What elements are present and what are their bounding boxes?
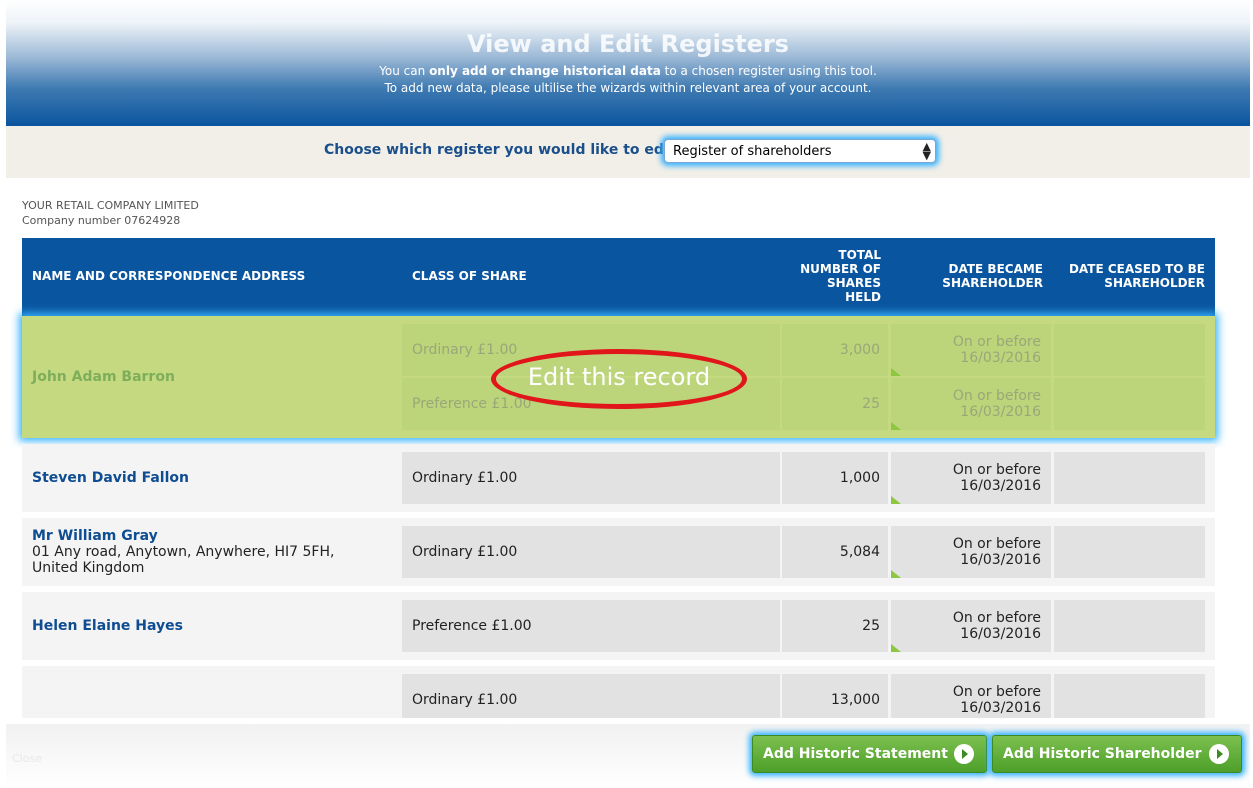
corner-marker-icon: [891, 422, 901, 430]
company-number: Company number 07624928: [22, 214, 181, 227]
column-header-total: TOTAL NUMBER OF SHARES HELD: [800, 248, 881, 304]
shareholder-name: Helen Elaine Hayes: [32, 618, 183, 634]
date-became-cell: On or before 16/03/2016: [891, 452, 1051, 504]
shareholder-name: John Adam Barron: [32, 369, 175, 385]
table-row[interactable]: Mr William Gray 01 Any road, Anytown, An…: [22, 518, 1215, 586]
corner-marker-icon: [891, 570, 901, 578]
date-became-cell: On or before 16/03/2016: [891, 324, 1051, 376]
shares-total-cell: 5,084: [782, 526, 888, 578]
page-header: View and Edit Registers You can only add…: [6, 0, 1250, 126]
arrow-right-circle-icon: [1209, 744, 1229, 764]
date-ceased-cell: [1054, 674, 1205, 718]
add-historic-shareholder-button[interactable]: Add Historic Shareholder: [992, 735, 1242, 773]
select-arrows-icon: ▲ ▼: [922, 140, 931, 162]
add-historic-shareholder-label: Add Historic Shareholder: [1003, 746, 1202, 762]
register-selector-band: Choose which register you would like to …: [6, 126, 1250, 178]
close-link[interactable]: Close: [12, 752, 42, 765]
add-historic-statement-button[interactable]: Add Historic Statement: [752, 735, 987, 773]
shareholder-address: 01 Any road, Anytown, Anywhere, HI7 5FH,…: [32, 544, 335, 576]
register-editor: View and Edit Registers You can only add…: [0, 0, 1253, 788]
register-selector-label: Choose which register you would like to …: [324, 142, 676, 158]
share-class-cell: Preference £1.00: [402, 600, 780, 652]
arrow-right-circle-icon: [954, 744, 974, 764]
company-name: YOUR RETAIL COMPANY LIMITED: [22, 199, 199, 212]
add-historic-statement-label: Add Historic Statement: [763, 746, 948, 762]
corner-marker-icon: [891, 496, 901, 504]
date-ceased-cell: [1054, 324, 1205, 376]
shares-total-cell: 13,000: [782, 674, 888, 718]
corner-marker-icon: [891, 368, 901, 376]
date-became-cell: On or before 16/03/2016: [891, 674, 1051, 718]
table-header: NAME AND CORRESPONDENCE ADDRESS CLASS OF…: [22, 238, 1215, 316]
date-ceased-cell: [1054, 452, 1205, 504]
share-class-cell: Ordinary £1.00: [402, 674, 780, 718]
date-ceased-cell: [1054, 378, 1205, 430]
company-info: YOUR RETAIL COMPANY LIMITED Company numb…: [22, 198, 199, 228]
header-instruction-line2: To add new data, please ultilise the wiz…: [384, 81, 872, 95]
column-header-date-ceased: DATE CEASED TO BE SHAREHOLDER: [1068, 262, 1205, 290]
column-header-class: CLASS OF SHARE: [412, 269, 527, 283]
date-became-cell: On or before 16/03/2016: [891, 526, 1051, 578]
share-class-cell: Ordinary £1.00: [402, 452, 780, 504]
table-row[interactable]: Helen Elaine Hayes Preference £1.00 25 O…: [22, 592, 1215, 660]
corner-marker-icon: [891, 644, 901, 652]
date-became-cell: On or before 16/03/2016: [891, 378, 1051, 430]
share-class-cell: Ordinary £1.00: [402, 526, 780, 578]
shareholder-name: Mr William Gray: [32, 528, 158, 544]
table-row[interactable]: Ordinary £1.00 13,000 On or before 16/03…: [22, 666, 1215, 718]
shareholder-name: Steven David Fallon: [32, 470, 189, 486]
column-header-name: NAME AND CORRESPONDENCE ADDRESS: [32, 269, 306, 283]
date-ceased-cell: [1054, 600, 1205, 652]
register-select-value: Register of shareholders: [673, 144, 832, 159]
page-title: View and Edit Registers: [467, 30, 789, 58]
shares-total-cell: 25: [782, 600, 888, 652]
shares-total-cell: 3,000: [782, 324, 888, 376]
date-became-cell: On or before 16/03/2016: [891, 600, 1051, 652]
date-ceased-cell: [1054, 526, 1205, 578]
shares-total-cell: 25: [782, 378, 888, 430]
shares-total-cell: 1,000: [782, 452, 888, 504]
edit-record-button[interactable]: Edit this record: [491, 363, 747, 391]
table-row[interactable]: Steven David Fallon Ordinary £1.00 1,000…: [22, 444, 1215, 512]
column-header-date-became: DATE BECAME SHAREHOLDER: [942, 262, 1043, 290]
header-instruction-line1: You can only add or change historical da…: [379, 64, 877, 78]
register-select[interactable]: Register of shareholders ▲ ▼: [664, 139, 936, 163]
